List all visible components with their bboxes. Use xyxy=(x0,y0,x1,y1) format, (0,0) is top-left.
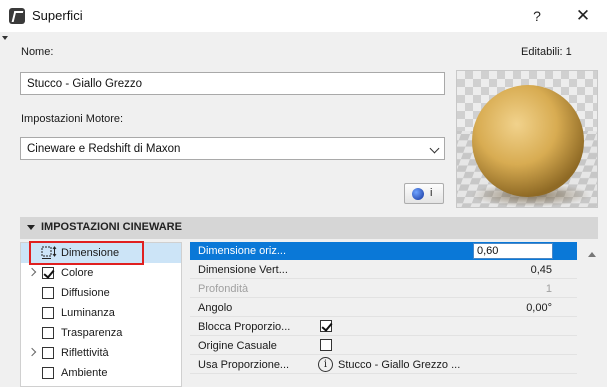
prop-row-dimensione-vert[interactable]: Dimensione Vert... 0,45 xyxy=(190,261,577,279)
app-icon xyxy=(9,8,25,24)
chevron-down-icon xyxy=(429,143,440,154)
property-grid: Dimensione oriz... 0,60 Dimensione Vert.… xyxy=(190,242,577,387)
prop-value[interactable]: 0,45 xyxy=(531,264,552,276)
dialog-body: Nome: Editabili: 1 Stucco - Giallo Grezz… xyxy=(0,32,607,387)
prop-row-profondita: Profondità 1 xyxy=(190,280,577,298)
prop-name: Dimensione Vert... xyxy=(198,264,288,276)
cinema4d-icon xyxy=(412,188,424,200)
close-button[interactable]: ✕ xyxy=(566,1,600,31)
material-preview xyxy=(456,70,598,208)
trasparenza-checkbox[interactable] xyxy=(42,327,54,339)
ambiente-checkbox[interactable] xyxy=(42,367,54,379)
engine-label: Impostazioni Motore: xyxy=(21,113,124,125)
highlight-annotation xyxy=(29,241,144,265)
tree-item-label: Colore xyxy=(61,267,94,279)
scrollbar[interactable] xyxy=(583,242,601,387)
prop-name: Dimensione oriz... xyxy=(198,245,287,257)
colore-checkbox[interactable] xyxy=(42,267,54,279)
info-icon[interactable]: i xyxy=(318,357,333,372)
prop-name: Profondità xyxy=(198,283,249,295)
tree-item-label: Ambiente xyxy=(61,367,108,379)
tree-item-diffusione[interactable]: Diffusione xyxy=(21,283,181,303)
prop-row-angolo[interactable]: Angolo 0,00° xyxy=(190,299,577,317)
prop-value[interactable]: Stucco - Giallo Grezzo ... xyxy=(338,359,460,371)
tree-item-label: Diffusione xyxy=(61,287,110,299)
tree-item-label: Riflettività xyxy=(61,347,109,359)
name-field[interactable]: Stucco - Giallo Grezzo xyxy=(20,72,445,95)
help-button[interactable]: ? xyxy=(522,1,552,31)
prop-row-usa-proporzione[interactable]: Usa Proporzione... i Stucco - Giallo Gre… xyxy=(190,356,577,374)
chevron-right-icon[interactable] xyxy=(27,347,37,357)
diffusione-checkbox[interactable] xyxy=(42,287,54,299)
dimensione-oriz-input[interactable]: 0,60 xyxy=(473,243,553,259)
luminanza-checkbox[interactable] xyxy=(42,307,54,319)
prop-row-blocca-proporzioni[interactable]: Blocca Proporzio... xyxy=(190,318,577,336)
title-bar: Superfici ? ✕ xyxy=(0,0,607,32)
info-icon: i xyxy=(430,187,433,199)
riflettivita-checkbox[interactable] xyxy=(42,347,54,359)
editable-count: Editabili: 1 xyxy=(521,46,572,58)
prop-name: Origine Casuale xyxy=(198,340,277,352)
engine-select[interactable]: Cineware e Redshift di Maxon xyxy=(20,137,445,160)
cineware-section-header[interactable]: IMPOSTAZIONI CINEWARE xyxy=(20,217,598,239)
name-label: Nome: xyxy=(21,46,54,58)
prop-name: Usa Proporzione... xyxy=(198,359,290,371)
engine-select-value: Cineware e Redshift di Maxon xyxy=(27,143,181,155)
window-title: Superfici xyxy=(32,8,83,23)
tree-item-label: Trasparenza xyxy=(61,327,123,339)
blocca-proporzioni-checkbox[interactable] xyxy=(320,320,332,332)
prop-row-origine-casuale[interactable]: Origine Casuale xyxy=(190,337,577,355)
tree-item-ambiente[interactable]: Ambiente xyxy=(21,363,181,383)
tree-item-trasparenza[interactable]: Trasparenza xyxy=(21,323,181,343)
origine-casuale-checkbox[interactable] xyxy=(320,339,332,351)
prop-row-dimensione-oriz[interactable]: Dimensione oriz... 0,60 xyxy=(190,242,577,260)
tree-item-label: Luminanza xyxy=(61,307,115,319)
tree-item-riflettivita[interactable]: Riflettività xyxy=(21,343,181,363)
prop-value[interactable]: 0,00° xyxy=(526,302,552,314)
corner-marker-icon xyxy=(2,36,8,40)
prop-name: Angolo xyxy=(198,302,233,314)
cineware-info-button[interactable]: i xyxy=(404,183,444,204)
prop-value: 1 xyxy=(545,283,552,295)
scroll-up-icon[interactable] xyxy=(588,252,596,257)
prop-name: Blocca Proporzio... xyxy=(198,321,291,333)
chevron-right-icon[interactable] xyxy=(27,267,37,277)
tree-item-colore[interactable]: Colore xyxy=(21,263,181,283)
tree-item-luminanza[interactable]: Luminanza xyxy=(21,303,181,323)
material-sphere-preview xyxy=(457,71,597,207)
collapse-triangle-icon xyxy=(27,225,35,230)
section-title: IMPOSTAZIONI CINEWARE xyxy=(41,221,182,233)
